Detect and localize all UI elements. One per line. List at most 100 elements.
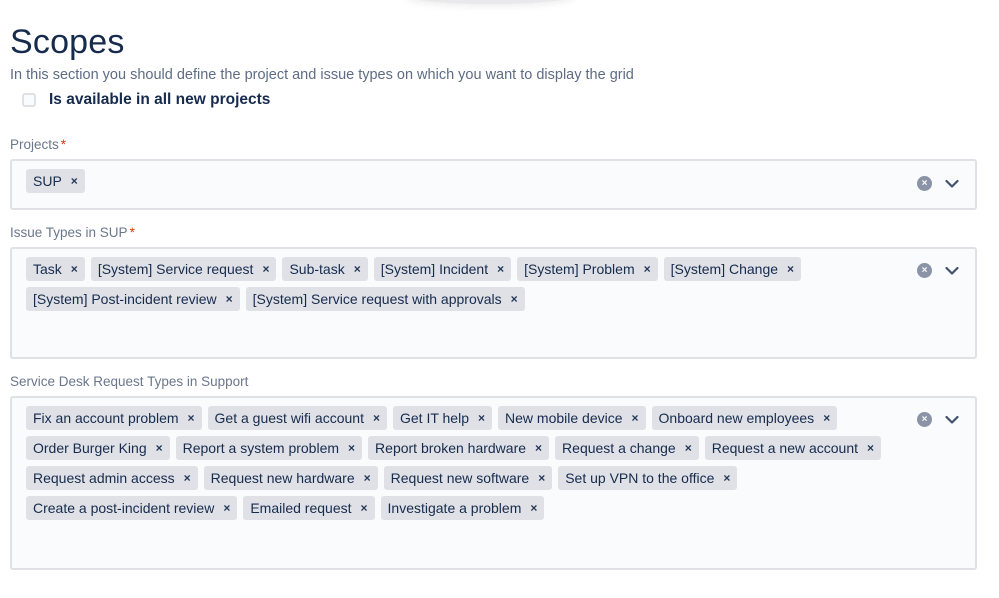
clear-icon[interactable]: × — [917, 412, 932, 427]
tag-label: [System] Change — [670, 261, 779, 277]
tag-chip: Report a system problem × — [175, 436, 363, 460]
remove-tag-icon[interactable]: × — [348, 442, 355, 454]
scopes-page: Scopes In this section you should define… — [0, 0, 999, 598]
tag-chip: Request admin access × — [26, 466, 198, 490]
remove-tag-icon[interactable]: × — [354, 263, 361, 275]
issue-types-select-controls: × — [917, 263, 959, 278]
tag-label: New mobile device — [505, 410, 623, 426]
clear-icon[interactable]: × — [917, 176, 932, 191]
tag-label: Onboard new employees — [658, 410, 815, 426]
available-all-projects-row[interactable]: Is available in all new projects — [22, 91, 270, 109]
tag-chip: [System] Problem × — [517, 257, 658, 281]
remove-tag-icon[interactable]: × — [226, 293, 233, 305]
remove-tag-icon[interactable]: × — [71, 175, 78, 187]
request-types-label-text: Service Desk Request Types in Support — [10, 374, 249, 389]
remove-tag-icon[interactable]: × — [511, 293, 518, 305]
remove-tag-icon[interactable]: × — [188, 412, 195, 424]
tag-chip: Get a guest wifi account × — [207, 406, 387, 430]
tag-chip: Request a new account × — [704, 436, 882, 460]
tag-label: Report a system problem — [182, 440, 340, 456]
remove-tag-icon[interactable]: × — [723, 472, 730, 484]
tag-label: Sub-task — [289, 261, 345, 277]
available-all-projects-checkbox[interactable] — [22, 93, 36, 107]
remove-tag-icon[interactable]: × — [535, 442, 542, 454]
tag-label: Request a new account — [711, 440, 859, 456]
issue-types-required-mark: * — [129, 225, 135, 240]
projects-tags: SUP × — [26, 169, 895, 193]
issue-types-label: Issue Types in SUP * — [10, 225, 135, 240]
tag-chip: Task × — [26, 257, 85, 281]
tag-chip: Request new software × — [383, 466, 553, 490]
request-types-label: Service Desk Request Types in Support — [10, 374, 248, 389]
remove-tag-icon[interactable]: × — [223, 502, 230, 514]
top-tab-shadow — [405, 0, 575, 4]
tag-chip: Onboard new employees × — [651, 406, 838, 430]
tag-label: Set up VPN to the office — [565, 470, 715, 486]
tag-label: Get a guest wifi account — [214, 410, 364, 426]
tag-chip: Order Burger King × — [26, 436, 170, 460]
available-all-projects-label: Is available in all new projects — [49, 91, 271, 108]
tag-chip: [System] Service request × — [90, 257, 277, 281]
tag-label: Report broken hardware — [375, 440, 527, 456]
tag-label: Request admin access — [33, 470, 175, 486]
tag-label: Request new software — [390, 470, 530, 486]
tag-chip: Fix an account problem × — [26, 406, 202, 430]
remove-tag-icon[interactable]: × — [632, 412, 639, 424]
remove-tag-icon[interactable]: × — [361, 502, 368, 514]
remove-tag-icon[interactable]: × — [262, 263, 269, 275]
tag-label: Fix an account problem — [33, 410, 179, 426]
tag-chip: Get IT help × — [392, 406, 493, 430]
remove-tag-icon[interactable]: × — [867, 442, 874, 454]
remove-tag-icon[interactable]: × — [71, 263, 78, 275]
tag-chip: Create a post-incident review × — [26, 496, 238, 520]
remove-tag-icon[interactable]: × — [787, 263, 794, 275]
tag-chip: Sub-task × — [282, 257, 368, 281]
page-subtitle: In this section you should define the pr… — [10, 67, 634, 83]
request-types-select[interactable]: Fix an account problem × Get a guest wifi … — [10, 396, 977, 570]
remove-tag-icon[interactable]: × — [685, 442, 692, 454]
tag-label: [System] Incident — [380, 261, 489, 277]
tag-chip: [System] Change × — [663, 257, 802, 281]
clear-icon[interactable]: × — [917, 263, 932, 278]
remove-tag-icon[interactable]: × — [364, 472, 371, 484]
projects-label-text: Projects — [10, 137, 59, 152]
chevron-down-icon[interactable] — [945, 177, 959, 191]
chevron-down-icon[interactable] — [945, 413, 959, 427]
issue-types-select[interactable]: Task × [System] Service request × Sub-task ×[… — [10, 247, 977, 359]
tag-chip: SUP × — [26, 169, 85, 193]
remove-tag-icon[interactable]: × — [156, 442, 163, 454]
remove-tag-icon[interactable]: × — [538, 472, 545, 484]
projects-required-mark: * — [60, 137, 67, 152]
remove-tag-icon[interactable]: × — [497, 263, 504, 275]
tag-chip: [System] Incident × — [373, 257, 512, 281]
page-title: Scopes — [10, 23, 125, 61]
tag-label: Create a post-incident review — [33, 500, 215, 516]
chevron-down-icon[interactable] — [945, 264, 959, 278]
tag-chip: Report broken hardware × — [368, 436, 550, 460]
issue-types-tags: Task × [System] Service request × Sub-task ×[… — [26, 257, 895, 311]
tag-chip: [System] Post-incident review × — [26, 287, 240, 311]
remove-tag-icon[interactable]: × — [644, 263, 651, 275]
tag-chip: Set up VPN to the office × — [558, 466, 738, 490]
issue-types-label-text: Issue Types in SUP — [10, 225, 128, 240]
projects-select[interactable]: SUP × × — [10, 159, 977, 210]
remove-tag-icon[interactable]: × — [530, 502, 537, 514]
tag-chip: New mobile device × — [498, 406, 646, 430]
remove-tag-icon[interactable]: × — [478, 412, 485, 424]
tag-label: Order Burger King — [33, 440, 147, 456]
tag-label: Task — [33, 261, 62, 277]
tag-chip: Request a change × — [555, 436, 699, 460]
remove-tag-icon[interactable]: × — [373, 412, 380, 424]
tag-label: [System] Service request with approvals — [252, 291, 502, 307]
request-types-tags: Fix an account problem × Get a guest wifi … — [26, 406, 895, 520]
projects-select-controls: × — [917, 176, 959, 191]
tag-label: [System] Service request — [97, 261, 254, 277]
remove-tag-icon[interactable]: × — [184, 472, 191, 484]
tag-label: Get IT help — [399, 410, 469, 426]
tag-label: [System] Post-incident review — [33, 291, 217, 307]
remove-tag-icon[interactable]: × — [823, 412, 830, 424]
projects-label: Projects * — [10, 137, 66, 152]
tag-chip: [System] Service request with approvals × — [245, 287, 525, 311]
tag-label: SUP — [33, 173, 62, 189]
tag-label: [System] Problem — [524, 261, 635, 277]
